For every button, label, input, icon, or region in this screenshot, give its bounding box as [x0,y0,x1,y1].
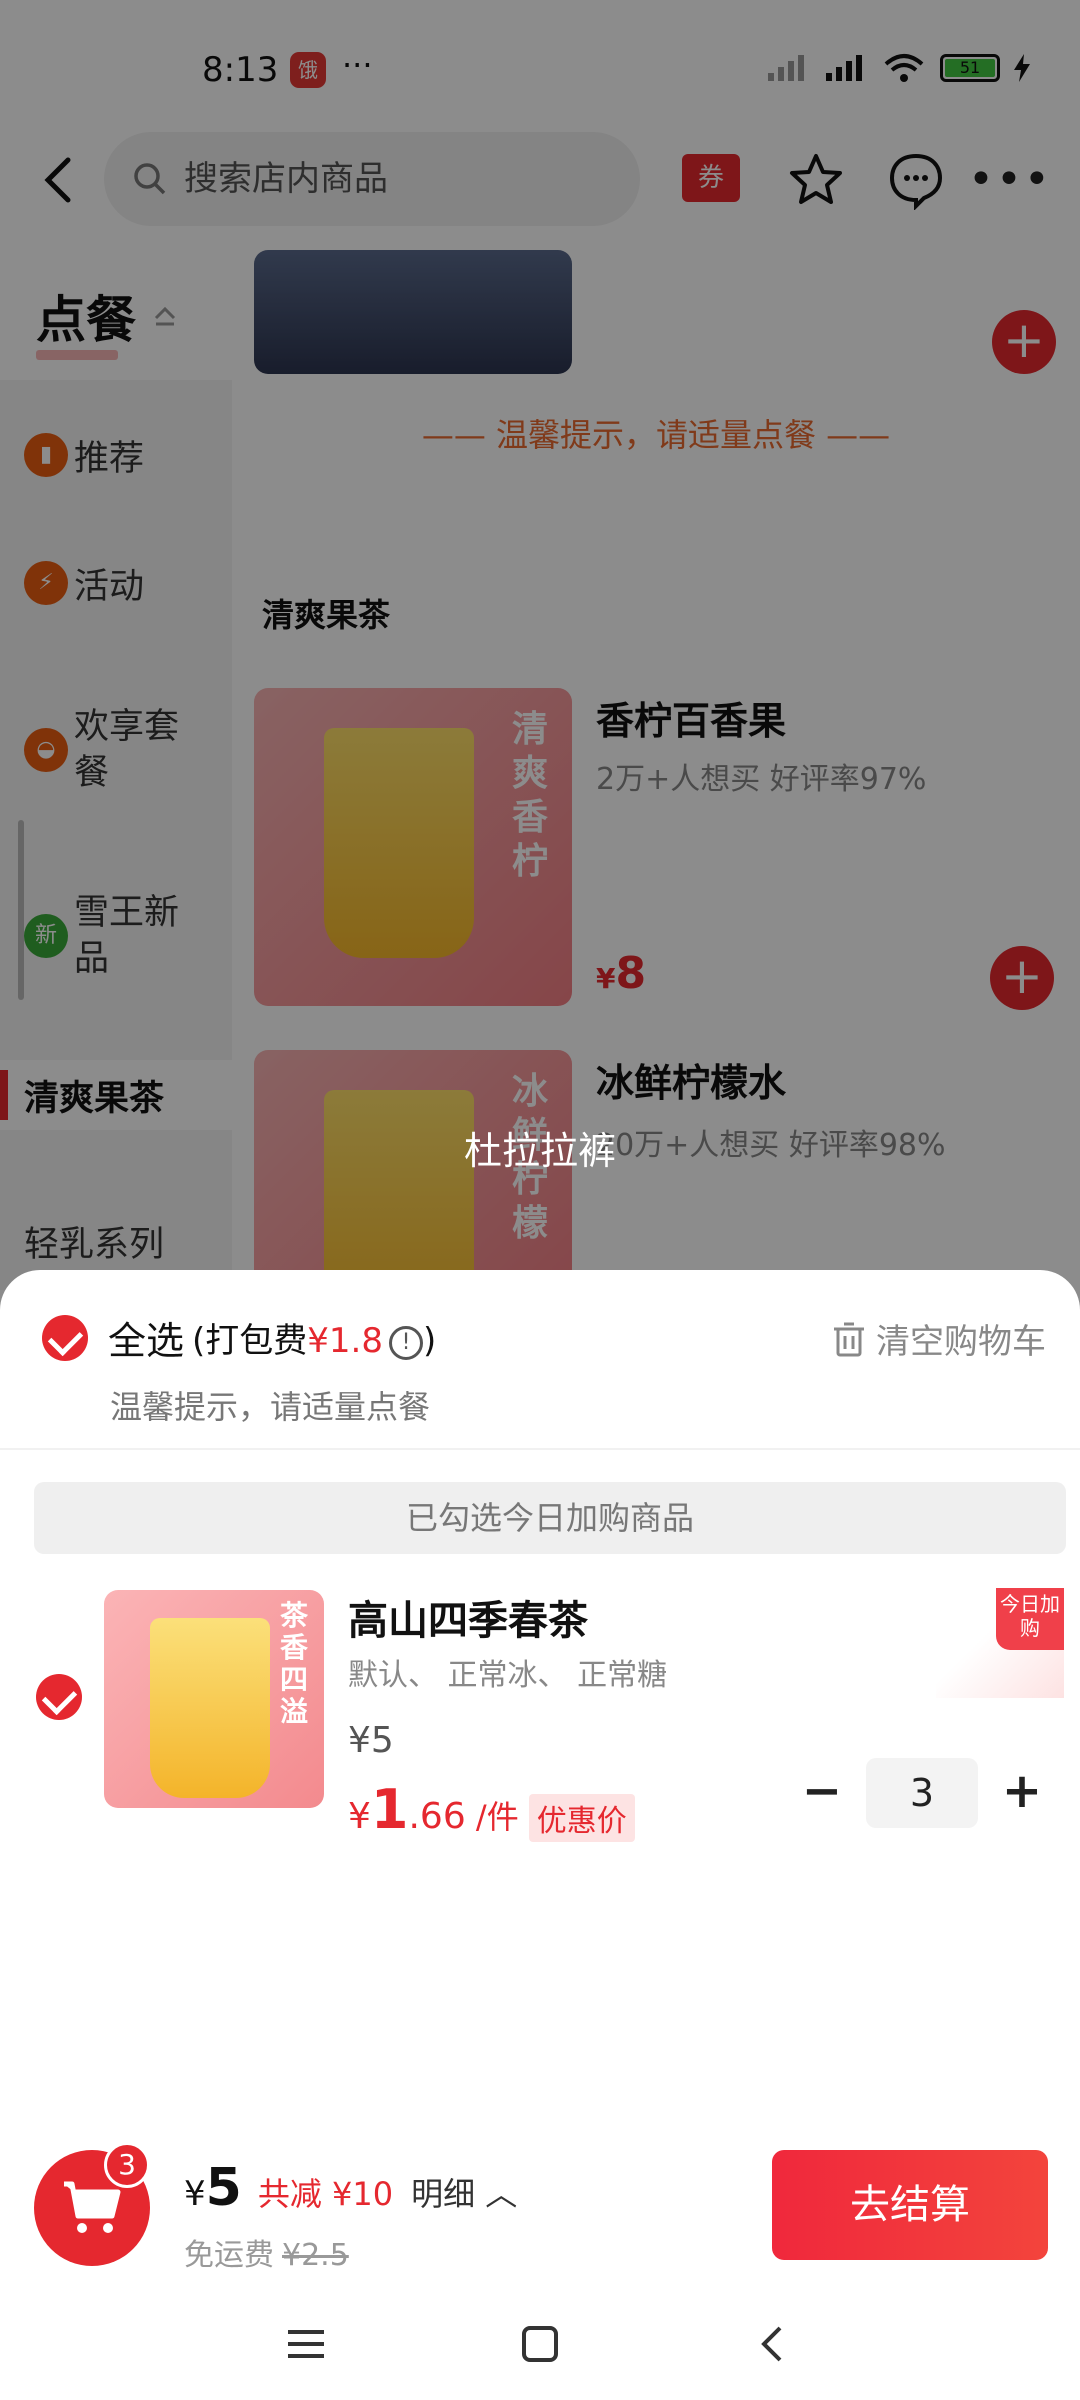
clear-cart-button[interactable]: 清空购物车 [832,1314,1046,1363]
back-nav-icon[interactable] [744,2314,804,2374]
packing-fee: (打包费¥1.8!) [192,1321,437,1361]
decrease-button[interactable]: − [792,1763,852,1823]
clear-cart-label: 清空购物车 [876,1322,1046,1362]
trash-icon [834,1322,864,1356]
total-summary: ¥ 5 共减 ¥10 明细 ︿ [184,2158,518,2218]
shipping-fee: 免运费 ¥2.5 [184,2238,349,2273]
info-icon[interactable]: ! [388,1325,423,1360]
added-today-header: 已勾选今日加购商品 [34,1482,1066,1554]
cart-item-original-price: ¥5 [348,1720,394,1761]
divider [0,1448,1080,1450]
toast-message: 杜拉拉裤 [463,1129,616,1173]
cart-item-image-text: 茶香四溢 [280,1599,309,1728]
select-all-row: 全选 (打包费¥1.8!) [42,1310,436,1365]
checkout-button[interactable]: 去结算 [772,2150,1048,2260]
total-amount: 5 [205,2158,242,2218]
shopping-cart-icon [64,2181,121,2233]
menu-nav-icon[interactable] [276,2314,336,2374]
checkout-bar: 3 ¥ 5 共减 ¥10 明细 ︿ 免运费 ¥2.5 去结算 [0,2130,1080,2280]
cart-tip: 温馨提示，请适量点餐 [110,1388,431,1426]
detail-button[interactable]: 明细 ︿ [411,2169,517,2215]
cart-item-image[interactable]: 茶香四溢 [104,1590,324,1808]
discount-text: 共减 ¥10 [257,2175,394,2213]
select-all-label: 全选 [108,1319,185,1363]
system-nav-bar [0,2290,1080,2400]
cart-item-name[interactable]: 高山四季春茶 [348,1588,588,1646]
added-today-badge: 今日加购 [936,1588,1064,1698]
home-nav-icon[interactable] [510,2314,570,2374]
select-all-checkbox[interactable] [42,1314,88,1361]
chevron-up-icon: ︿ [485,2175,518,2213]
cart-item-price: ¥1.66 /件 优惠价 [348,1778,635,1842]
cart-count-badge: 3 [104,2142,150,2188]
promo-tag: 优惠价 [528,1794,635,1842]
quantity-stepper: − 3 + [792,1758,1052,1828]
item-checkbox[interactable] [36,1674,82,1720]
quantity-value[interactable]: 3 [866,1758,978,1828]
increase-button[interactable]: + [992,1763,1052,1823]
cart-item-spec: 默认、 正常冰、 正常糖 [348,1658,668,1693]
